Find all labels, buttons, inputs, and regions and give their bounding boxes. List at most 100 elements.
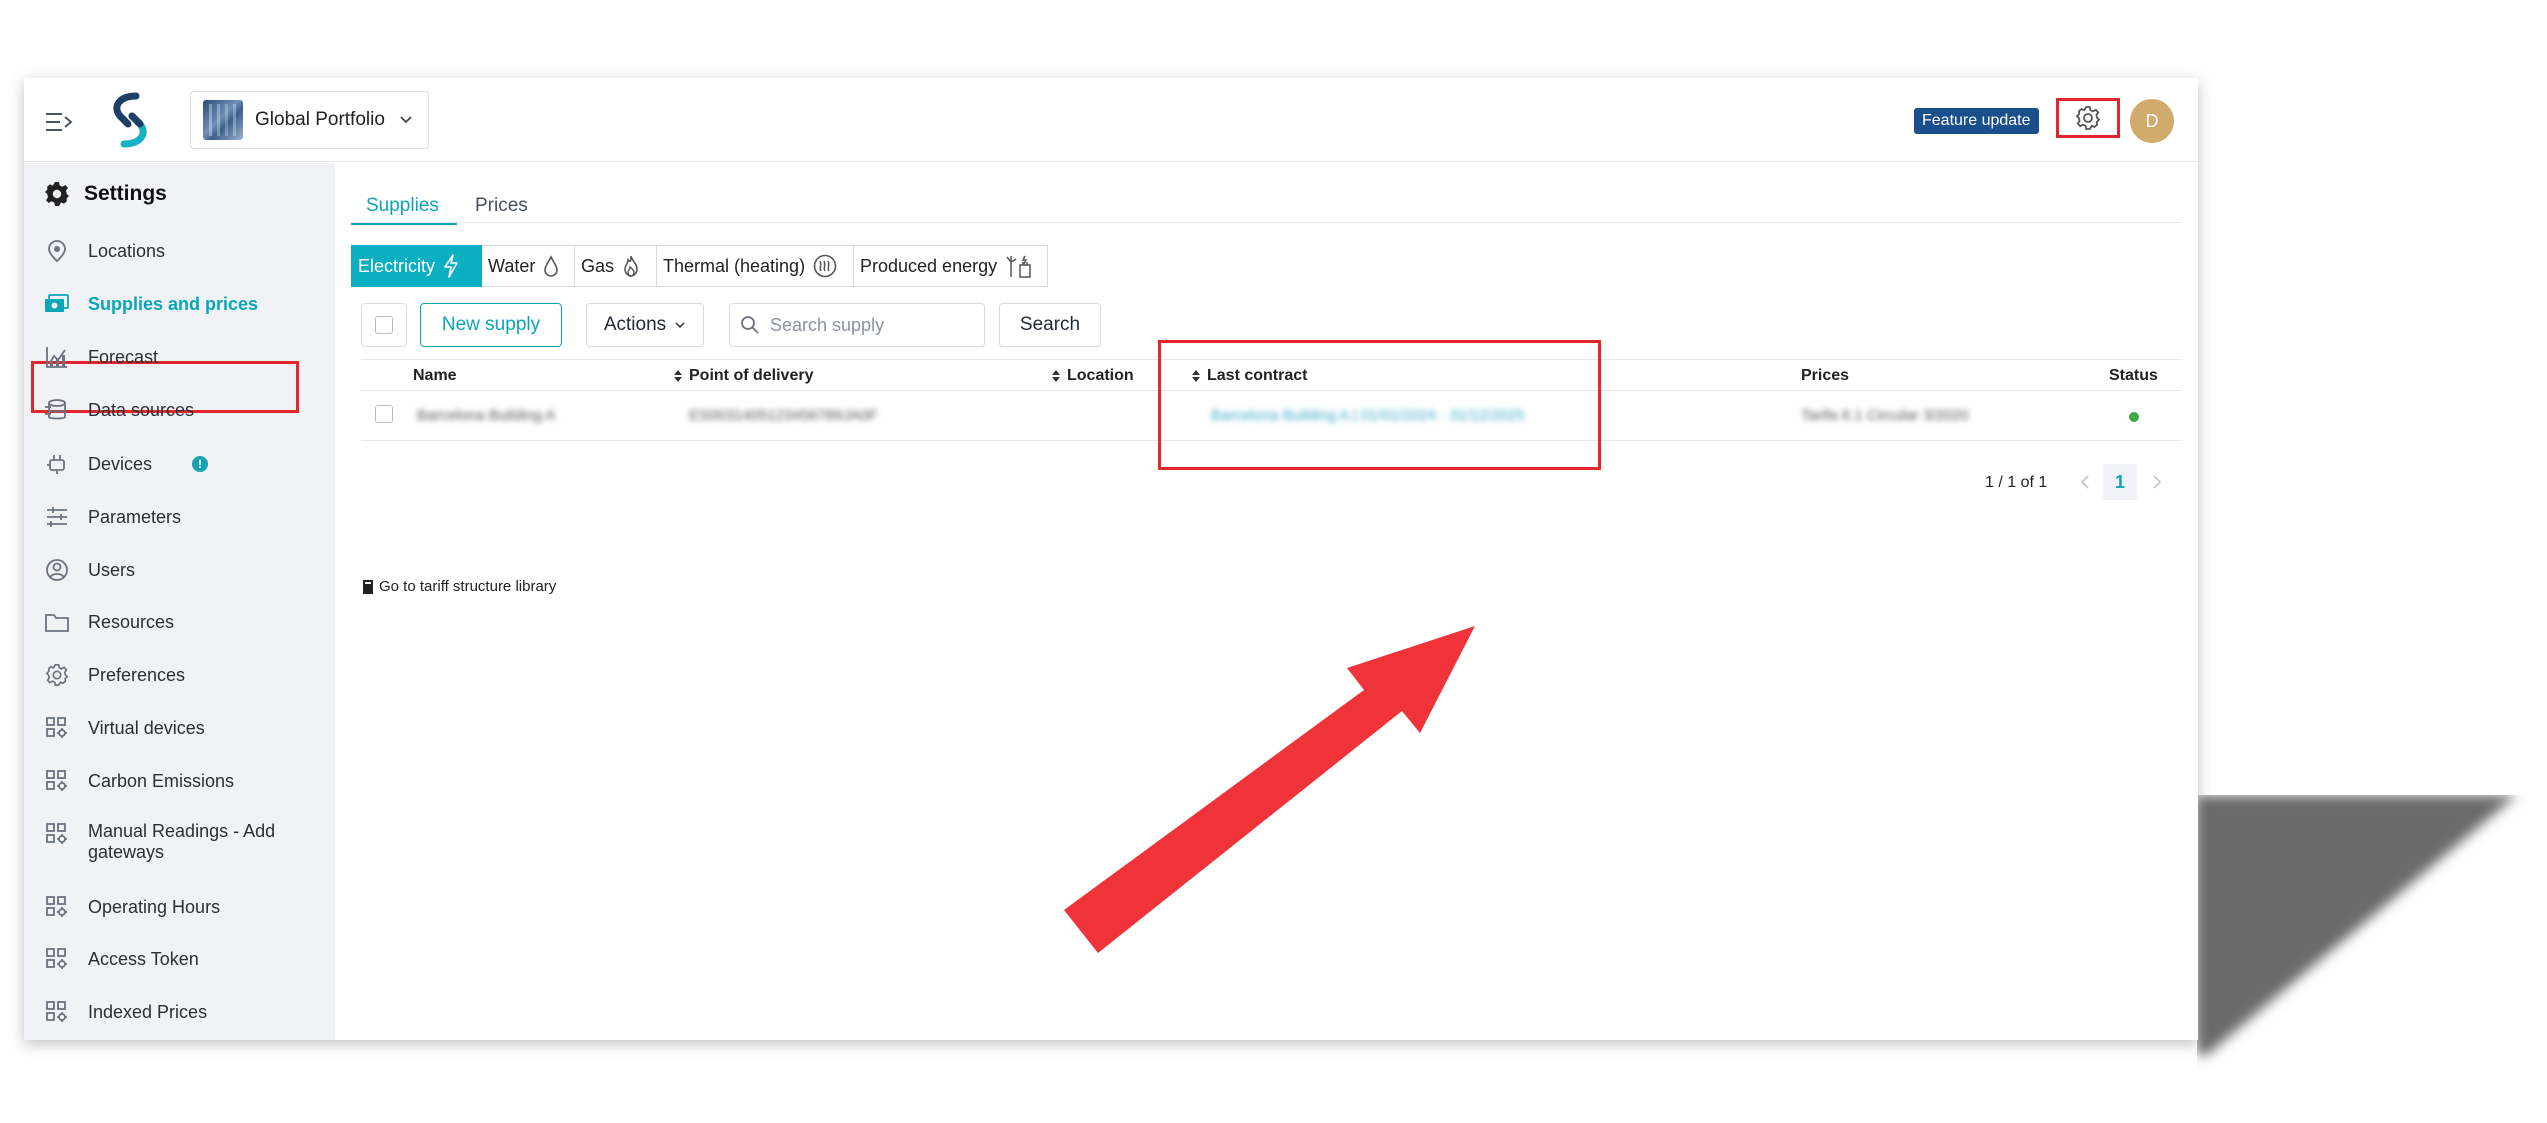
alert-badge: ! [192, 456, 209, 472]
sidebar-item-label: Operating Hours [88, 896, 221, 917]
chart-icon [44, 344, 70, 370]
energy-tab-water[interactable]: Water [482, 245, 575, 287]
sidebar-item-manual-readings[interactable]: Manual Readings - Add gateways [44, 821, 314, 863]
sidebar-item-label: Forecast [88, 346, 159, 367]
tab-prices[interactable]: Prices [475, 195, 528, 217]
select-all-checkbox[interactable] [361, 303, 407, 347]
shadow-decoration [2197, 795, 2517, 1055]
sidebar-item-label: Users [88, 559, 136, 580]
location-pin-icon [44, 238, 70, 264]
grid-gear-icon [44, 768, 70, 794]
sidebar-item-label: Data sources [88, 399, 195, 420]
sidebar-item-label: Parameters [88, 506, 182, 527]
grid-gear-icon [44, 999, 70, 1025]
gear-icon [45, 182, 69, 206]
sidebar-item-forecast[interactable]: Forecast [44, 344, 314, 370]
chevron-right-icon[interactable] [2147, 471, 2167, 493]
book-icon [363, 579, 373, 594]
grid-gear-icon [44, 715, 70, 741]
settings-button[interactable] [2056, 98, 2120, 138]
sidebar-item-parameters[interactable]: Parameters [44, 504, 314, 530]
sidebar-item-resources[interactable]: Resources [44, 609, 314, 635]
produced-energy-icon [1006, 255, 1031, 278]
highlight-box-last-contract [1158, 340, 1601, 470]
search-icon [741, 316, 759, 334]
portfolio-label: Global Portfolio [255, 109, 385, 130]
sidebar-item-indexed-prices[interactable]: Indexed Prices [44, 999, 314, 1025]
tab-bar: Supplies Prices [351, 187, 2181, 225]
app-logo-icon[interactable] [98, 88, 162, 152]
sliders-icon [44, 504, 70, 530]
page-number-button[interactable]: 1 [2103, 464, 2137, 500]
feature-update-badge[interactable]: Feature update [1914, 108, 2039, 134]
energy-tab-produced[interactable]: Produced energy [854, 245, 1048, 287]
active-tab-underline [351, 223, 457, 225]
user-circle-icon [44, 557, 70, 583]
energy-tab-gas[interactable]: Gas [575, 245, 657, 287]
portfolio-selector[interactable]: Global Portfolio [190, 91, 429, 149]
annotation-arrow [1064, 626, 1475, 953]
gear-icon [2075, 106, 2101, 130]
folder-icon [44, 609, 70, 635]
column-header-status: Status [2109, 367, 2158, 384]
column-header-name[interactable]: Name [413, 367, 457, 385]
chevron-down-icon [400, 116, 412, 124]
menu-toggle-icon[interactable] [44, 110, 74, 134]
actions-label: Actions [603, 314, 667, 335]
sidebar-item-users[interactable]: Users [44, 557, 314, 583]
cell-point-of-delivery: ES0031405123456789JA0F [689, 407, 878, 424]
user-avatar[interactable]: D [2130, 99, 2174, 143]
sidebar-item-virtual-devices[interactable]: Virtual devices [44, 715, 314, 741]
actions-dropdown[interactable]: Actions [586, 303, 704, 347]
sidebar-item-operating-hours[interactable]: Operating Hours [44, 894, 314, 920]
tariff-library-link[interactable]: Go to tariff structure library [361, 578, 556, 595]
money-icon [44, 291, 70, 317]
chevron-left-icon[interactable] [2075, 471, 2095, 493]
sidebar-item-access-token[interactable]: Access Token [44, 946, 314, 972]
sidebar-item-locations[interactable]: Locations [44, 238, 314, 264]
sidebar-item-label: Devices [88, 453, 153, 474]
column-header-prices: Prices [1801, 367, 1850, 384]
sidebar-item-label: Indexed Prices [88, 1001, 208, 1022]
lightning-icon [444, 254, 458, 278]
sidebar-item-data-sources[interactable]: Data sources [44, 397, 314, 423]
pagination-summary: 1 / 1 of 1 [1985, 474, 2048, 491]
settings-sidebar: Settings Locations Supplies and prices F… [24, 163, 335, 1040]
sidebar-item-supplies-and-prices[interactable]: Supplies and prices [44, 291, 314, 317]
sidebar-item-label: Locations [88, 240, 166, 261]
chevron-down-icon [675, 322, 685, 329]
sidebar-item-label: Preferences [88, 664, 186, 685]
sidebar-item-carbon-emissions[interactable]: Carbon Emissions [44, 768, 314, 794]
tab-supplies[interactable]: Supplies [366, 195, 439, 217]
energy-tab-label: Produced energy [860, 255, 998, 276]
search-field[interactable] [729, 303, 985, 347]
search-button[interactable]: Search [999, 303, 1101, 347]
energy-tab-thermal[interactable]: Thermal (heating) [657, 245, 854, 287]
droplet-icon [544, 255, 559, 277]
sidebar-item-preferences[interactable]: Preferences [44, 662, 314, 688]
plug-icon [44, 451, 70, 477]
energy-tab-label: Gas [581, 255, 615, 276]
sort-icon[interactable] [1051, 369, 1061, 383]
database-icon [44, 397, 70, 423]
sidebar-item-label: Resources [88, 611, 175, 632]
new-supply-button[interactable]: New supply [420, 303, 562, 347]
sidebar-title: Settings [44, 181, 167, 207]
status-indicator [2129, 412, 2139, 422]
column-header-point-of-delivery[interactable]: Point of delivery [689, 367, 813, 385]
column-header-location[interactable]: Location [1067, 367, 1134, 385]
gear-icon [44, 662, 70, 688]
energy-tab-label: Electricity [358, 255, 436, 276]
energy-tab-electricity[interactable]: Electricity [351, 245, 482, 287]
cell-name: Barcelona Building A [417, 407, 556, 424]
search-input[interactable] [770, 314, 970, 336]
settings-title: Settings [84, 182, 167, 205]
cell-prices: Tarifa 6.1 Circular 3/2020 [1801, 407, 1969, 424]
sort-icon[interactable] [673, 369, 683, 383]
flame-icon [624, 255, 638, 277]
row-checkbox[interactable] [375, 405, 393, 423]
heat-icon [813, 254, 837, 278]
sidebar-item-devices[interactable]: Devices ! [44, 451, 314, 477]
energy-tab-label: Thermal (heating) [663, 255, 806, 276]
tariff-library-label: Go to tariff structure library [379, 578, 557, 595]
